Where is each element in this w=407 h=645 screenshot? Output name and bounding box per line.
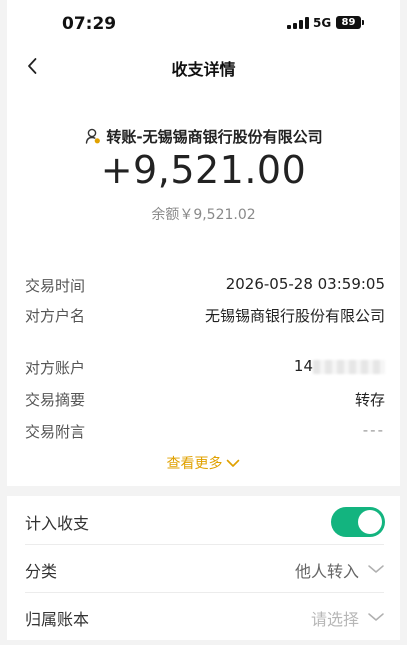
balance: 余额￥9,521.02 <box>151 207 256 223</box>
ledger-row[interactable]: 归属账本 请选择 <box>25 592 385 640</box>
bottom-divider <box>7 640 400 645</box>
counterparty-title: 转账-无锡锡商银行股份有限公司 <box>7 126 400 147</box>
detail-label: 对方账户 <box>25 359 86 377</box>
status-time: 07:29 <box>62 14 117 34</box>
include-in-stats-row: 计入收支 <box>25 496 385 544</box>
detail-value: 转存 <box>354 391 385 409</box>
person-icon <box>86 128 101 144</box>
category-label: 分类 <box>25 562 58 581</box>
include-label: 计入收支 <box>25 514 90 533</box>
masked-account <box>313 360 385 374</box>
amount: +9,521.00 <box>100 148 307 192</box>
section-divider <box>7 486 400 496</box>
chevron-down-icon <box>226 459 239 467</box>
category-row[interactable]: 分类 他人转入 <box>25 544 385 592</box>
page-title: 收支详情 <box>171 60 236 79</box>
detail-label: 交易摘要 <box>25 391 86 409</box>
battery-tip <box>362 20 364 25</box>
counterparty-name: 转账-无锡锡商银行股份有限公司 <box>106 128 323 146</box>
signal-icon <box>287 17 309 29</box>
detail-value: 2026-05-28 03:59:05 <box>225 275 385 293</box>
status-bar: 07:29 5G 89 <box>7 0 400 44</box>
detail-value-account: 14 <box>294 357 385 375</box>
detail-value: 无锡锡商银行股份有限公司 <box>204 307 385 325</box>
account-prefix: 14 <box>293 357 313 375</box>
battery-icon: 89 <box>336 16 361 29</box>
chevron-down-icon <box>368 613 384 621</box>
detail-label: 交易时间 <box>25 277 86 295</box>
detail-label: 交易附言 <box>25 423 86 441</box>
detail-label: 对方户名 <box>25 307 86 325</box>
toggle-knob <box>358 510 382 534</box>
chevron-down-icon <box>368 565 384 573</box>
view-more-link[interactable]: 查看更多 <box>7 453 400 473</box>
include-toggle[interactable] <box>331 507 385 537</box>
network-label: 5G <box>313 16 332 30</box>
view-more-label: 查看更多 <box>166 456 223 472</box>
screen: 07:29 5G 89 收支详情 转账-无锡锡商银行股份有限公司 +9,521.… <box>7 0 400 645</box>
ledger-placeholder: 请选择 <box>310 610 359 629</box>
detail-value: --- <box>362 421 385 439</box>
nav-bar: 收支详情 <box>7 44 400 88</box>
ledger-label: 归属账本 <box>25 610 90 629</box>
category-value: 他人转入 <box>294 562 359 581</box>
